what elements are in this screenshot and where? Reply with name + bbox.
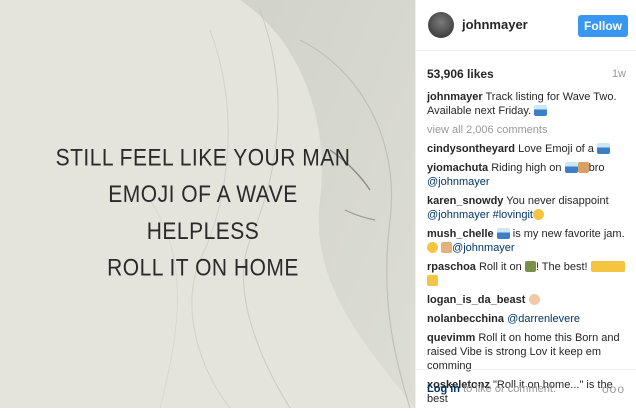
comment-item: cindysontheyard Love Emoji of a xyxy=(427,142,627,156)
comment-item: karen_snowdy You never disappoint @johnm… xyxy=(427,194,627,222)
likes-count[interactable]: 53,906 likes xyxy=(427,67,494,81)
login-link[interactable]: Log in xyxy=(427,383,460,395)
wave-emoji-icon xyxy=(596,143,610,154)
comment-mention[interactable]: @darrenlevere xyxy=(507,313,580,325)
view-all-comments-link[interactable]: view all 2,006 comments xyxy=(427,123,627,137)
more-options-icon[interactable]: ooo xyxy=(602,382,625,396)
clapping-emoji-icon xyxy=(590,261,625,272)
post-time[interactable]: 1w xyxy=(612,68,626,80)
comment-username[interactable]: logan_is_da_beast xyxy=(427,294,525,306)
post-photo[interactable]: STILL FEEL LIKE YOUR MAN EMOJI OF A WAVE… xyxy=(0,0,415,408)
comment-mention[interactable]: @johnmayer xyxy=(452,242,515,254)
comment-item: quevimm Roll it on home this Born and ra… xyxy=(427,331,627,373)
comment-text: Roll it on xyxy=(478,261,522,273)
comment-item: mush_chelle is my new favorite jam. @joh… xyxy=(427,227,627,255)
comment-username[interactable]: quevimm xyxy=(427,332,475,344)
comment-mention[interactable]: @johnmayer xyxy=(427,176,490,188)
caption-username[interactable]: johnmayer xyxy=(427,91,483,103)
comment-text: bro xyxy=(588,162,605,174)
comment-text: Love Emoji of a xyxy=(518,143,594,155)
lyrics-text: STILL FEEL LIKE YOUR MAN EMOJI OF A WAVE… xyxy=(38,140,368,287)
login-prompt-text: to like or comment. xyxy=(463,383,556,395)
comment-username[interactable]: nolanbecchina xyxy=(427,313,504,325)
comment-text: ! The best! xyxy=(535,261,588,273)
comment-username[interactable]: yiomachuta xyxy=(427,162,488,174)
post-side-panel: johnmayer Follow 53,906 likes 1w johnmay… xyxy=(415,0,636,408)
lyric-line: ROLL IT ON HOME xyxy=(107,255,299,282)
header-username[interactable]: johnmayer xyxy=(462,17,528,32)
ok-hand-emoji-icon xyxy=(528,294,540,305)
lyric-line: STILL FEEL LIKE YOUR MAN xyxy=(55,144,351,172)
wave-emoji-icon xyxy=(564,162,578,173)
comment-hashtag[interactable]: #lovingit xyxy=(493,209,533,221)
comment-text: is my new favorite jam. xyxy=(512,228,625,240)
fist-bump-emoji-icon xyxy=(577,162,589,173)
comment-item: yiomachuta Riding high on bro @johnmayer xyxy=(427,161,627,189)
raised-hands-emoji-icon xyxy=(441,242,453,253)
comment-item: nolanbecchina @darrenlevere xyxy=(427,312,627,326)
comment-username[interactable]: cindysontheyard xyxy=(427,143,515,155)
follow-button[interactable]: Follow xyxy=(578,15,628,37)
lyric-line: HELPLESS xyxy=(146,218,260,245)
post-footer: Log in to like or comment. ooo xyxy=(416,369,636,408)
heart-eyes-emoji-icon xyxy=(532,209,544,220)
wave-emoji-icon xyxy=(496,228,510,239)
comment-item: logan_is_da_beast xyxy=(427,293,627,307)
shaka-emoji-icon xyxy=(524,261,536,272)
clapping-emoji-icon xyxy=(427,275,438,286)
comment-mention[interactable]: @johnmayer xyxy=(427,209,490,221)
comments-list: johnmayer Track listing for Wave Two. Av… xyxy=(427,90,627,411)
comment-username[interactable]: rpaschoa xyxy=(427,261,476,273)
lyric-line: EMOJI OF A WAVE xyxy=(108,181,298,208)
avatar[interactable] xyxy=(428,12,454,38)
heart-eyes-emoji-icon xyxy=(427,242,438,253)
comment-text: Riding high on xyxy=(491,162,562,174)
instagram-post: STILL FEEL LIKE YOUR MAN EMOJI OF A WAVE… xyxy=(0,0,636,408)
comment-username[interactable]: mush_chelle xyxy=(427,228,494,240)
post-header: johnmayer Follow xyxy=(416,0,636,51)
comment-text: You never disappoint xyxy=(506,195,609,207)
comment-item: rpaschoa Roll it on ! The best! xyxy=(427,260,627,288)
comment-username[interactable]: karen_snowdy xyxy=(427,195,503,207)
login-prompt: Log in to like or comment. xyxy=(427,383,556,395)
wave-emoji-icon xyxy=(534,105,548,116)
caption: johnmayer Track listing for Wave Two. Av… xyxy=(427,90,627,118)
